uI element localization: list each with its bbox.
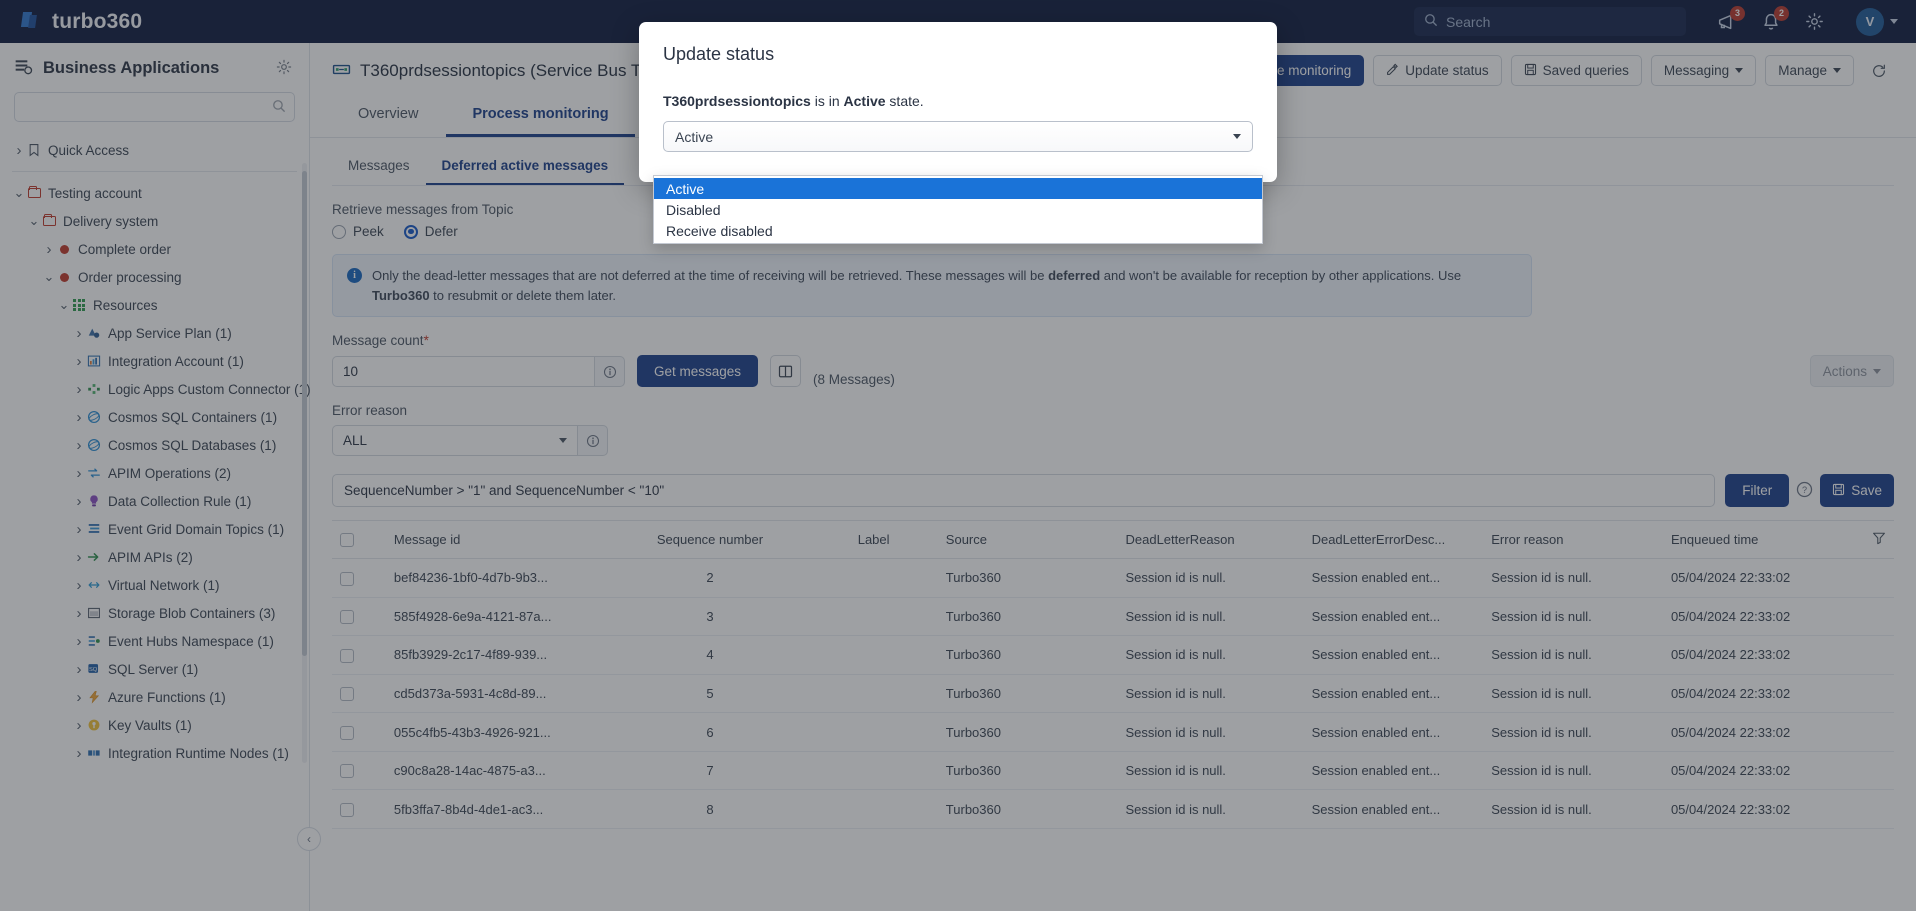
- status-option-active[interactable]: Active: [654, 178, 1262, 199]
- modal-current-state: Active: [843, 93, 886, 109]
- status-option-disabled[interactable]: Disabled: [654, 199, 1262, 220]
- status-select-value: Active: [675, 128, 714, 145]
- update-status-modal: Update status T360prdsessiontopics is in…: [639, 22, 1277, 182]
- status-dropdown-options: Active Disabled Receive disabled: [653, 175, 1263, 244]
- modal-statement: T360prdsessiontopics is in Active state.: [663, 93, 1253, 109]
- modal-statement-suffix: state.: [885, 93, 924, 109]
- modal-entity-name: T360prdsessiontopics: [663, 93, 811, 109]
- status-option-receive-disabled[interactable]: Receive disabled: [654, 220, 1262, 241]
- modal-statement-mid: is in: [810, 93, 844, 109]
- modal-title: Update status: [663, 44, 775, 64]
- chevron-down-icon: [1233, 134, 1241, 139]
- status-select[interactable]: Active: [663, 121, 1253, 152]
